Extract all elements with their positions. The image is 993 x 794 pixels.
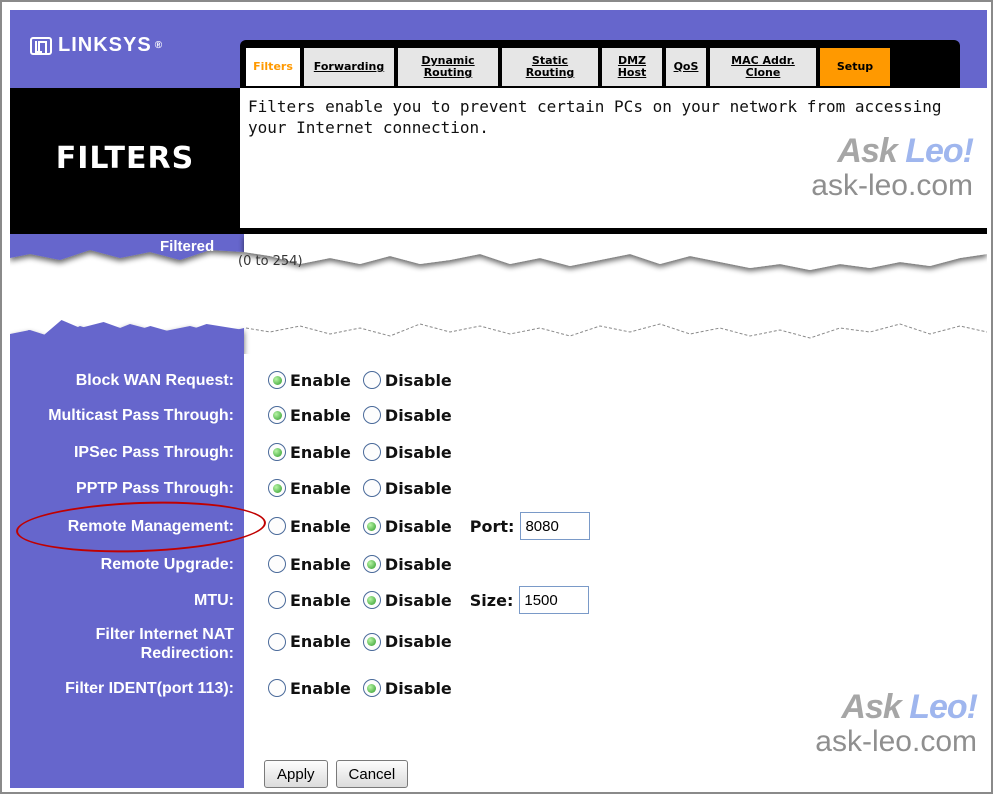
radio-enable[interactable] — [268, 555, 286, 573]
watermark-url: ask-leo.com — [815, 725, 977, 758]
filtered-label: Filtered — [160, 238, 215, 255]
radio-disable-label: Disable — [384, 478, 452, 498]
radio-disable-label: Disable — [384, 678, 452, 698]
radio-group: Enable Disable — [268, 443, 464, 462]
radio-enable[interactable] — [268, 443, 286, 461]
setting-label: Remote Management: — [67, 517, 234, 535]
watermark-leo: Leo! — [909, 688, 978, 726]
radio-enable-label: Enable — [290, 478, 351, 498]
port-input[interactable] — [520, 512, 591, 540]
radio-disable[interactable] — [362, 406, 381, 424]
setting-label: Remote Upgrade: — [100, 555, 234, 573]
setting-row-nat-redirection: Filter Internet NAT Redirection: Enable … — [10, 620, 987, 668]
radio-group: Enable Disable — [268, 371, 464, 390]
cancel-button[interactable]: Cancel — [335, 760, 409, 788]
setting-label: MTU: — [194, 591, 234, 609]
radio-group: Enable Disable — [268, 555, 464, 574]
page-title: FILTERS — [55, 140, 195, 176]
radio-enable-label: Enable — [290, 405, 351, 425]
filtered-range: (0 to 254) — [238, 254, 303, 269]
setting-label: Block WAN Request: — [75, 371, 234, 389]
linksys-logo: LINKSYS ® — [30, 34, 163, 57]
ask-leo-watermark: Ask Leo! ask-leo.com — [811, 132, 974, 203]
setting-row-ipsec: IPSec Pass Through: Enable Disable — [10, 434, 987, 470]
logo-text: LINKSYS — [58, 34, 152, 56]
setting-label: IPSec Pass Through: — [73, 443, 234, 461]
radio-disable[interactable] — [362, 443, 381, 461]
radio-disable[interactable] — [362, 479, 381, 497]
radio-disable[interactable] — [362, 517, 381, 535]
radio-disable[interactable] — [362, 679, 381, 697]
radio-disable-label: Disable — [384, 442, 452, 462]
tab-dmz-host[interactable]: DMZ Host — [602, 48, 662, 86]
radio-disable-label: Disable — [384, 516, 452, 536]
ask-leo-watermark-bottom: Ask Leo! ask-leo.com — [815, 688, 978, 759]
setting-row-remote-management: Remote Management: Enable Disable Port: — [10, 508, 987, 544]
radio-disable-label: Disable — [384, 554, 452, 574]
radio-disable-label: Disable — [384, 370, 452, 390]
linksys-logo-icon — [30, 36, 52, 55]
setting-label: Filter Internet NAT Redirection: — [95, 626, 234, 662]
description-panel: Filters enable you to prevent certain PC… — [240, 88, 987, 228]
tab-dynamic-routing[interactable]: Dynamic Routing — [398, 48, 498, 86]
setting-label: Filter IDENT(port 113): — [65, 679, 234, 697]
page-title-panel: FILTERS — [10, 88, 240, 228]
watermark-url: ask-leo.com — [811, 169, 973, 202]
watermark-leo: Leo! — [905, 132, 974, 170]
radio-disable-label: Disable — [384, 632, 452, 651]
radio-enable-label: Enable — [290, 554, 351, 574]
radio-group: Enable Disable — [268, 479, 464, 498]
radio-enable-label: Enable — [290, 516, 351, 536]
tab-mac-addr-clone[interactable]: MAC Addr. Clone — [710, 48, 816, 86]
watermark-ask: Ask — [841, 688, 901, 726]
setting-label: Multicast Pass Through: — [48, 406, 234, 424]
radio-disable[interactable] — [362, 371, 381, 389]
radio-enable-label: Enable — [290, 632, 351, 651]
radio-enable[interactable] — [268, 371, 286, 389]
radio-enable[interactable] — [268, 479, 286, 497]
radio-group: Enable Disable — [268, 632, 464, 651]
setting-row-mtu: MTU: Enable Disable Size: — [10, 582, 987, 618]
size-label: Size: — [469, 590, 514, 610]
radio-disable[interactable] — [362, 555, 381, 573]
radio-enable[interactable] — [268, 632, 286, 651]
setting-row-multicast: Multicast Pass Through: Enable Disable — [10, 397, 987, 433]
tab-setup[interactable]: Setup — [820, 48, 890, 86]
mtu-size-input[interactable] — [519, 586, 590, 614]
radio-disable[interactable] — [362, 632, 381, 651]
port-label: Port: — [469, 516, 515, 536]
apply-button[interactable]: Apply — [264, 760, 328, 788]
setting-label: PPTP Pass Through: — [76, 479, 234, 497]
setting-row-remote-upgrade: Remote Upgrade: Enable Disable — [10, 546, 987, 582]
tab-qos[interactable]: QoS — [666, 48, 706, 86]
radio-enable-label: Enable — [290, 370, 351, 390]
radio-enable-label: Enable — [290, 678, 351, 698]
setting-row-block-wan: Block WAN Request: Enable Disable — [10, 362, 987, 398]
watermark-ask: Ask — [837, 132, 897, 170]
radio-group: Enable Disable Port: — [268, 512, 591, 540]
tab-filters[interactable]: Filters — [246, 48, 300, 86]
radio-disable-label: Disable — [384, 405, 452, 425]
radio-enable[interactable] — [268, 679, 286, 697]
tab-bar: Filters Forwarding Dynamic Routing Stati… — [240, 40, 960, 88]
radio-disable[interactable] — [362, 591, 381, 609]
radio-group: Enable Disable — [268, 406, 464, 425]
radio-group: Enable Disable — [268, 679, 464, 698]
tab-forwarding[interactable]: Forwarding — [304, 48, 394, 86]
setting-row-pptp: PPTP Pass Through: Enable Disable — [10, 470, 987, 506]
form-buttons: Apply Cancel — [264, 760, 409, 788]
tab-static-routing[interactable]: Static Routing — [502, 48, 598, 86]
radio-enable[interactable] — [268, 591, 286, 609]
logo-registered-mark: ® — [154, 40, 164, 51]
radio-group: Enable Disable Size: — [268, 586, 590, 614]
radio-disable-label: Disable — [384, 590, 452, 610]
router-admin-page: LINKSYS ® Filters Forwarding Dynamic Rout… — [0, 0, 993, 794]
radio-enable[interactable] — [268, 406, 286, 424]
radio-enable[interactable] — [268, 517, 286, 535]
radio-enable-label: Enable — [290, 590, 351, 610]
radio-enable-label: Enable — [290, 442, 351, 462]
